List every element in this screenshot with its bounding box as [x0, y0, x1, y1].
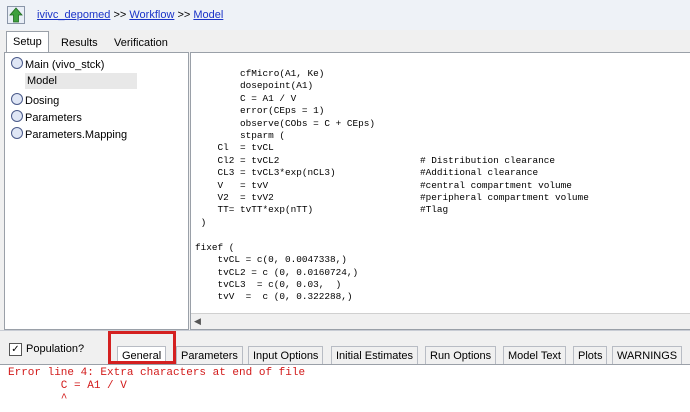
tab-warnings[interactable]: WARNINGS: [612, 346, 683, 365]
node-icon: [11, 57, 23, 69]
model-text-editor[interactable]: cfMicro(A1, Ke) dosepoint(A1) C = A1 / V…: [190, 52, 690, 330]
code-line: tvCL3 = c(0, 0.03, ): [217, 278, 342, 290]
tab-model-text[interactable]: Model Text: [503, 346, 566, 365]
population-checkbox[interactable]: ✓: [9, 343, 22, 356]
breadcrumb-link-workflow[interactable]: Workflow: [129, 9, 174, 21]
code-line: fixef (: [195, 241, 235, 253]
code-line: stparm (: [240, 130, 286, 142]
node-icon: [11, 127, 23, 139]
tree-item-label: Parameters: [25, 112, 82, 124]
breadcrumb: ivivc_depomed >> Workflow >> Model: [37, 9, 223, 21]
node-icon: [11, 93, 23, 105]
checkmark-icon: ✓: [11, 344, 20, 355]
model-tree: Main (vivo_stck) Model Dosing Parameters…: [4, 52, 189, 330]
code-line: tvCL = c(0, 0.0047338,): [217, 254, 347, 266]
code-line: C = A1 / V: [240, 92, 297, 104]
tab-run-options[interactable]: Run Options: [425, 346, 497, 365]
population-label: Population?: [26, 343, 85, 355]
breadcrumb-separator: >>: [177, 9, 191, 21]
code-line: TT= tvTT*exp(nTT) #Tlag: [217, 204, 449, 216]
horizontal-scrollbar[interactable]: ◀: [191, 313, 690, 329]
breadcrumb-link-project[interactable]: ivivc_depomed: [37, 9, 110, 21]
breadcrumb-separator: >>: [113, 9, 127, 21]
code-line: error(CEps = 1): [240, 105, 325, 117]
model-code[interactable]: cfMicro(A1, Ke) dosepoint(A1) C = A1 / V…: [195, 68, 589, 304]
breadcrumb-link-model[interactable]: Model: [193, 9, 223, 21]
code-line: CL3 = tvCL3*exp(nCL3) #Additional cleara…: [217, 167, 539, 179]
tab-plots[interactable]: Plots: [573, 346, 608, 365]
tab-initial-estimates[interactable]: Initial Estimates: [331, 346, 419, 365]
code-line: dosepoint(A1): [240, 80, 314, 92]
home-icon[interactable]: [7, 6, 25, 24]
code-line: V2 = tvV2 #peripheral compartment volume: [217, 192, 589, 204]
main-tab-strip: Setup Results Verification: [0, 30, 690, 53]
tab-verification[interactable]: Verification: [107, 33, 175, 52]
code-line: V = tvV #central compartment volume: [217, 179, 572, 191]
tree-item-label: Model: [27, 75, 57, 87]
tree-item-model[interactable]: Model: [27, 75, 57, 87]
code-line: tvCL2 = c (0, 0.0160724,): [217, 266, 359, 278]
tab-input-options[interactable]: Input Options: [248, 346, 324, 365]
code-line: Cl = tvCL: [217, 142, 274, 154]
error-line: Error line 4: Extra characters at end of…: [8, 367, 306, 379]
tab-results[interactable]: Results: [54, 33, 105, 52]
tree-item-main[interactable]: Main (vivo_stck): [11, 57, 104, 71]
code-line: tvV = c (0, 0.322288,): [217, 291, 353, 303]
tree-item-parameters[interactable]: Parameters: [11, 110, 82, 124]
code-line: cfMicro(A1, Ke): [240, 68, 325, 79]
tree-item-label: Main (vivo_stck): [25, 59, 105, 71]
tree-item-parameters-mapping[interactable]: Parameters.Mapping: [11, 127, 127, 141]
tree-item-label: Dosing: [25, 95, 60, 107]
error-message: Error line 4: Extra characters at end of…: [8, 367, 305, 406]
general-tab-highlight-box: [108, 331, 176, 364]
tree-item-dosing[interactable]: Dosing: [11, 93, 59, 107]
bottom-toolbar: ✓ Population? General Parameters Input O…: [0, 330, 690, 365]
code-line: observe(CObs = C + CEps): [240, 117, 376, 129]
error-line: C = A1 / V: [60, 380, 127, 392]
tab-setup[interactable]: Setup: [6, 31, 49, 53]
tree-item-label: Parameters.Mapping: [25, 129, 128, 141]
error-line: ^: [60, 393, 68, 405]
error-output-panel: Error line 4: Extra characters at end of…: [0, 364, 690, 412]
node-icon: [11, 110, 23, 122]
breadcrumb-bar: ivivc_depomed >> Workflow >> Model: [0, 0, 690, 31]
code-line: Cl2 = tvCL2 # Distribution clearance: [217, 154, 556, 166]
scroll-left-icon[interactable]: ◀: [194, 316, 201, 327]
tab-parameters[interactable]: Parameters: [176, 346, 243, 365]
code-line: ): [200, 216, 207, 228]
